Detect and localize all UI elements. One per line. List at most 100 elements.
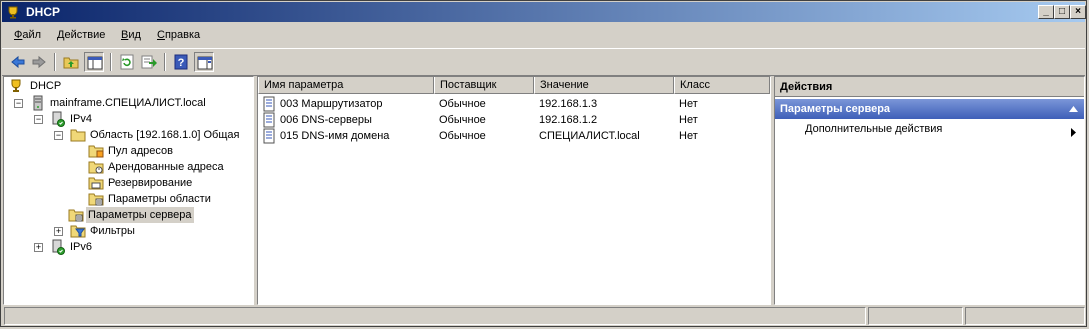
menu-view[interactable]: Вид [121,29,141,41]
menu-help-label: правка [164,29,201,41]
toolbar-separator [164,53,166,71]
leases-icon [88,161,104,174]
actions-section-server-options[interactable]: Параметры сервера [775,99,1084,119]
results-list[interactable]: Имя параметра Поставщик Значение Класс 0… [257,76,771,305]
export-list-icon [141,55,157,69]
reservations-icon [88,177,104,190]
tree-label-scope: Область [192.168.1.0] Общая [90,129,240,141]
tree-label-pool: Пул адресов [108,145,173,157]
tree-label-dhcp: DHCP [30,80,62,92]
table-row[interactable]: 015 DNS-имя домена Обычное СПЕЦИАЛИСТ.lo… [258,128,770,144]
minimize-button[interactable]: _ [1038,5,1054,19]
menu-action[interactable]: Действие [57,29,105,41]
option-item-icon [263,96,275,112]
cell-class: Нет [679,98,698,110]
cell-vendor: Обычное [439,130,486,142]
column-header-vendor[interactable]: Поставщик [434,77,534,94]
menu-file-label: айл [22,29,42,41]
tree-label-ipv6: IPv6 [70,241,93,253]
submenu-arrow-icon[interactable] [1071,128,1076,137]
collapse-section-icon[interactable] [1069,106,1078,112]
action-pane-icon [197,56,213,70]
up-folder-icon [63,57,79,69]
ipv4-icon [52,111,65,127]
option-item-icon [263,128,275,144]
tree-label-reservations: Резервирование [108,177,193,189]
tree-item-reservations[interactable]: Резервирование [88,175,248,191]
forward-arrow-icon [32,55,46,69]
tree-label-server: mainframe.СПЕЦИАЛИСТ.local [50,97,206,109]
tree-label-scope-options: Параметры области [108,193,211,205]
folder-open-icon [70,129,86,142]
toolbar-separator [54,53,56,71]
close-button[interactable]: × [1070,5,1086,19]
help-button[interactable]: ? [171,52,191,72]
tree-label-server-options: Параметры сервера [86,207,194,223]
cell-class: Нет [679,130,698,142]
ipv6-icon [52,239,65,255]
menu-view-label: ид [128,29,141,41]
tree-label-filters: Фильтры [90,225,135,237]
svg-text:?: ? [178,57,185,69]
refresh-icon [120,54,134,70]
cell-name: 015 DNS-имя домена [280,130,390,142]
options-folder-icon [68,209,84,222]
back-arrow-icon [11,55,25,69]
actions-pane: Действия Параметры сервера Дополнительны… [774,76,1085,305]
export-list-button[interactable] [139,52,159,72]
show-action-pane-button[interactable] [194,52,214,72]
actions-header: Действия [775,77,1084,97]
tree-item-dhcp[interactable]: DHCP [8,78,248,94]
tree-item-server[interactable]: − mainframe.СПЕЦИАЛИСТ.local [12,95,252,111]
tree-item-leases[interactable]: Арендованные адреса [88,159,248,175]
show-hide-tree-button[interactable] [84,52,104,72]
refresh-button[interactable] [117,52,137,72]
title-bar[interactable]: DHCP _ □ × [2,2,1086,22]
console-tree[interactable]: DHCP − mainframe.СПЕЦИАЛИСТ.local − IPv4… [3,76,254,305]
menu-help-accel: С [157,29,165,41]
server-icon [33,95,43,111]
menu-help[interactable]: Справка [157,29,200,41]
tree-item-ipv6[interactable]: + IPv6 [32,239,252,255]
status-cell [868,307,963,325]
tree-item-server-options[interactable]: Параметры сервера [68,207,248,223]
expand-toggle[interactable]: + [34,243,43,252]
toolbar-separator [110,53,112,71]
address-pool-icon [88,145,104,158]
more-actions-item[interactable]: Дополнительные действия [805,123,942,135]
column-header-name[interactable]: Имя параметра [258,77,434,94]
menu-bar: Файл Действие Вид Справка [2,25,1085,47]
collapse-toggle[interactable]: − [34,115,43,124]
cell-value: СПЕЦИАЛИСТ.local [539,130,640,142]
up-level-button[interactable] [61,52,81,72]
filter-icon [70,225,86,238]
actions-section-label: Параметры сервера [780,103,891,115]
tree-item-pool[interactable]: Пул адресов [88,143,248,159]
column-header-value[interactable]: Значение [534,77,674,94]
table-row[interactable]: 003 Маршрутизатор Обычное 192.168.1.3 Не… [258,96,770,112]
tree-item-scope-options[interactable]: Параметры области [88,191,248,207]
tree-label-leases: Арендованные адреса [108,161,224,173]
column-header-class[interactable]: Класс [674,77,770,94]
window-title: DHCP [26,5,61,19]
menu-action-label: ействие [64,29,106,41]
back-button[interactable] [8,52,28,72]
menu-file[interactable]: Файл [14,29,41,41]
status-cell-main [4,307,866,325]
collapse-toggle[interactable]: − [54,131,63,140]
collapse-toggle[interactable]: − [14,99,23,108]
tree-item-ipv4[interactable]: − IPv4 [32,111,252,127]
cell-name: 006 DNS-серверы [280,114,372,126]
cell-class: Нет [679,114,698,126]
tree-item-scope[interactable]: − Область [192.168.1.0] Общая [52,127,252,143]
table-row[interactable]: 006 DNS-серверы Обычное 192.168.1.2 Нет [258,112,770,128]
options-folder-icon [88,193,104,206]
maximize-button[interactable]: □ [1054,5,1070,19]
expand-toggle[interactable]: + [54,227,63,236]
tree-label-ipv4: IPv4 [70,113,93,125]
dhcp-icon [11,79,21,92]
tree-item-filters[interactable]: + Фильтры [52,223,252,239]
cell-value: 192.168.1.3 [539,98,598,110]
mmc-window: DHCP _ □ × Файл Действие Вид Справка ? D… [0,0,1087,327]
forward-button[interactable] [29,52,49,72]
